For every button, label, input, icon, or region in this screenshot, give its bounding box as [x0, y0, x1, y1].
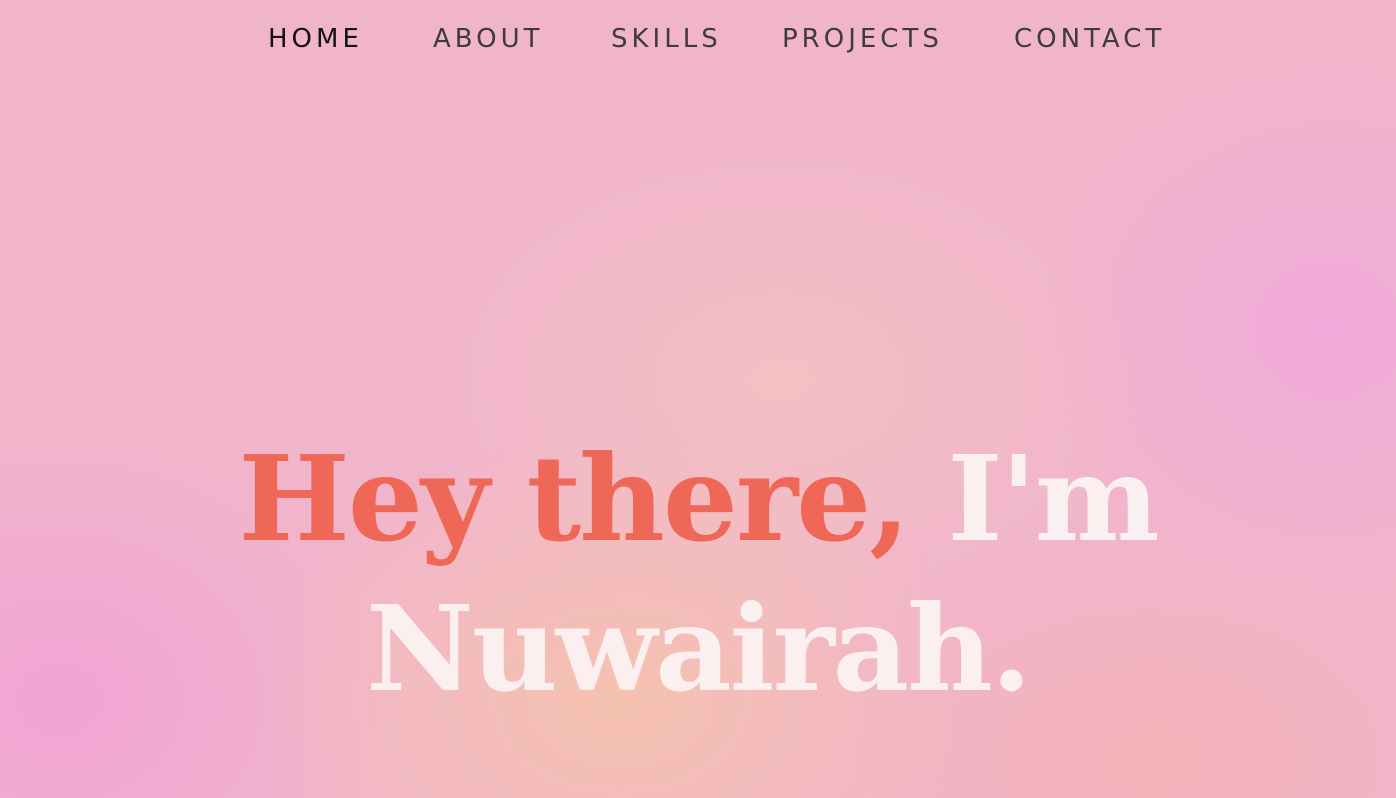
- hero-intro: I'm: [947, 429, 1159, 569]
- hero-greeting: Hey there,: [238, 429, 910, 569]
- nav-home-link[interactable]: HOME: [268, 20, 363, 58]
- nav-about-link[interactable]: ABOUT: [433, 20, 544, 58]
- nav-skills-link[interactable]: SKILLS: [611, 20, 722, 58]
- hero-line-1: Hey there, I'm: [0, 424, 1396, 574]
- nav-projects-link[interactable]: PROJECTS: [782, 20, 943, 58]
- hero-heading: Hey there, I'm Nuwairah.: [0, 424, 1396, 724]
- hero-name: Nuwairah.: [365, 579, 1032, 719]
- main-nav: HOME ABOUT SKILLS PROJECTS CONTACT: [0, 20, 1396, 60]
- nav-contact-link[interactable]: CONTACT: [1014, 20, 1165, 58]
